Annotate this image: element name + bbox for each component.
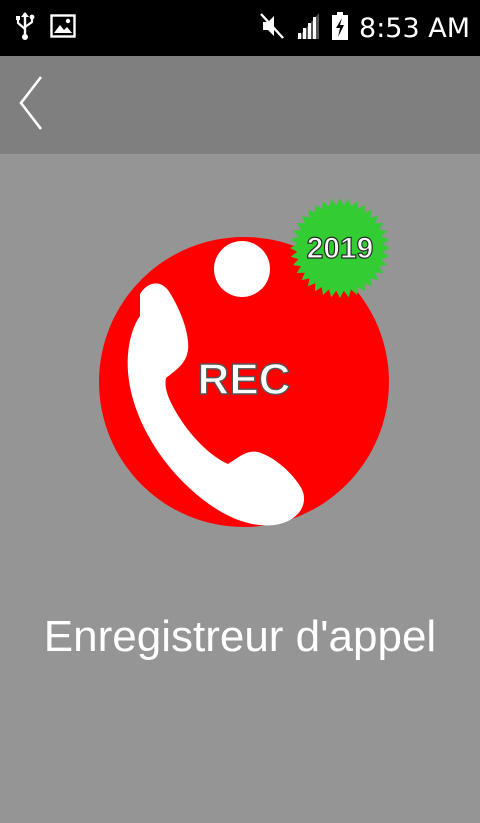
signal-icon (295, 11, 321, 45)
status-time: 8:53 AM (359, 12, 470, 44)
status-bar-left (14, 8, 76, 48)
usb-icon (14, 11, 36, 45)
status-bar-right: 8:53 AM (259, 8, 470, 48)
image-icon (50, 14, 76, 42)
app-logo: REC 2019 (99, 198, 390, 527)
rec-label: REC (197, 354, 291, 404)
app-bar (0, 56, 480, 154)
app-title: Enregistreur d'appel (43, 612, 437, 661)
battery-charging-icon (331, 11, 349, 45)
back-chevron-icon (15, 73, 45, 137)
svg-text:REC: REC (198, 355, 291, 404)
mute-icon (259, 12, 285, 44)
app-screen: 8:53 AM REC 2019 Enregistreur d'appel (0, 0, 480, 823)
badge-year: 2019 (307, 232, 374, 265)
back-button[interactable] (8, 70, 52, 140)
status-bar: 8:53 AM (0, 0, 480, 56)
logo-dot (214, 241, 270, 297)
